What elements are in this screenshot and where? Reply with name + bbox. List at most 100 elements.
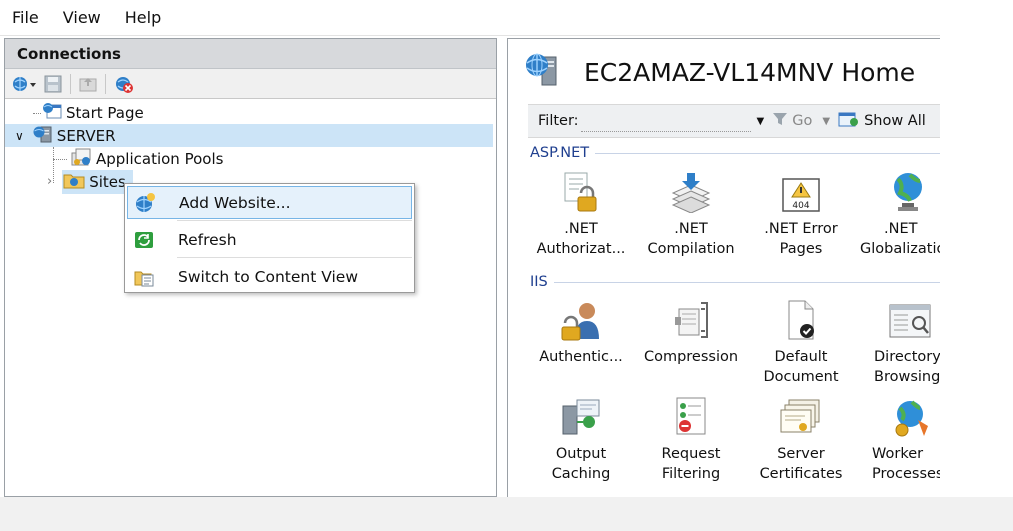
feature-label: Compression: [643, 349, 739, 365]
feature-label: Pages: [779, 241, 823, 257]
menu-separator: [177, 257, 412, 258]
feature-directory-browsing[interactable]: Directory Browsing: [856, 297, 940, 387]
sites-folder-icon: [62, 170, 86, 194]
feature-label: Server: [777, 446, 825, 462]
up-folder-icon[interactable]: [78, 73, 98, 95]
feature-label: Worker: [872, 446, 924, 462]
context-menu-refresh[interactable]: Refresh: [127, 223, 412, 256]
net-globalization-icon: [860, 169, 940, 213]
bottom-margin: [0, 497, 1013, 531]
feature-label: .NET: [674, 221, 708, 237]
feature-label: .NET Error: [764, 221, 838, 237]
feature-label: Filtering: [661, 466, 721, 482]
menu-separator: [177, 220, 412, 221]
feature-output-caching[interactable]: Output Caching: [526, 394, 636, 484]
go-dropdown-icon[interactable]: ▼: [822, 116, 830, 127]
show-all-icon: [838, 110, 860, 132]
iis-manager-window: File View Help Connections Start Page ∨ …: [0, 0, 940, 497]
feature-label: Globalization: [860, 241, 940, 257]
feature-request-filtering[interactable]: Request Filtering: [636, 394, 746, 484]
feature-compression[interactable]: Compression: [636, 297, 746, 367]
globe-add-icon: [128, 192, 162, 214]
start-page-icon: [41, 101, 63, 125]
menu-view[interactable]: View: [63, 8, 101, 27]
context-menu-add-website[interactable]: Add Website...: [127, 186, 412, 219]
feature-label: .NET: [564, 221, 598, 237]
feature-net-error-pages[interactable]: 404 .NET Error Pages: [746, 169, 856, 259]
group-title: ASP.NET: [530, 145, 590, 161]
context-menu-label: Refresh: [178, 230, 237, 249]
toolbar-separator: [105, 73, 106, 94]
right-margin: [940, 0, 1013, 531]
connections-tree: Start Page ∨ SERVER Application Pools ›: [5, 99, 496, 194]
feature-label: Certificates: [759, 466, 843, 482]
chevron-down-icon[interactable]: ∨: [15, 129, 24, 143]
feature-default-document[interactable]: Default Document: [746, 297, 856, 387]
feature-net-authorization[interactable]: .NET Authorizat...: [526, 169, 636, 259]
connections-header: Connections: [5, 39, 496, 69]
context-menu-label: Switch to Content View: [178, 267, 359, 286]
refresh-icon: [127, 230, 161, 250]
net-error-pages-icon: 404: [746, 169, 856, 213]
compression-icon: [636, 297, 746, 341]
feature-authentication[interactable]: Authentic...: [526, 297, 636, 367]
server-icon: [32, 124, 54, 148]
toolbar-separator: [70, 73, 71, 94]
feature-label: Output: [555, 446, 607, 462]
feature-label: Browsing: [874, 369, 940, 385]
page-title: EC2AMAZ-VL14MNV Home: [524, 51, 915, 93]
tree-item-application-pools[interactable]: Application Pools: [5, 147, 496, 170]
save-icon[interactable]: [43, 73, 63, 95]
group-header-iis: IIS: [530, 274, 940, 290]
group-title: IIS: [530, 274, 548, 290]
show-all-button[interactable]: Show All: [838, 110, 926, 132]
directory-browsing-icon: [874, 297, 940, 341]
tree-item-server[interactable]: ∨ SERVER: [5, 124, 493, 147]
page-title-text: EC2AMAZ-VL14MNV Home: [584, 57, 916, 87]
chevron-right-icon[interactable]: ›: [47, 174, 52, 189]
authentication-icon: [526, 297, 636, 341]
server-globe-icon: [524, 51, 562, 93]
output-caching-icon: [526, 394, 636, 438]
feature-label: Document: [763, 369, 839, 385]
filter-input[interactable]: [580, 110, 751, 132]
menu-bar: File View Help: [0, 0, 940, 36]
feature-label: Directory: [874, 349, 940, 365]
feature-label: .NET: [884, 221, 918, 237]
show-all-label: Show All: [864, 113, 926, 129]
feature-label: Processes: [872, 466, 940, 482]
default-document-icon: [746, 297, 856, 341]
context-menu: Add Website... Refresh Switch to Content…: [124, 183, 415, 293]
go-button[interactable]: Go ▼: [772, 112, 830, 130]
menu-help[interactable]: Help: [125, 8, 161, 27]
feature-net-compilation[interactable]: .NET Compilation: [636, 169, 746, 259]
application-pools-icon: [69, 147, 93, 171]
worker-processes-icon: [872, 394, 940, 438]
context-menu-label: Add Website...: [179, 193, 291, 212]
filter-bar: Filter: ▼ Go ▼ Show All: [528, 104, 940, 138]
feature-label: Authorizat...: [536, 241, 626, 257]
context-menu-switch-content-view[interactable]: Switch to Content View: [127, 260, 412, 293]
tree-label: Start Page: [66, 103, 144, 122]
feature-worker-processes[interactable]: Worker Processes: [856, 394, 940, 484]
feature-label: Caching: [551, 466, 611, 482]
feature-server-certificates[interactable]: Server Certificates: [746, 394, 856, 484]
filter-dropdown-icon[interactable]: ▼: [757, 116, 765, 127]
net-authorization-icon: [526, 169, 636, 213]
content-view-icon: [127, 266, 161, 288]
tree-item-start-page[interactable]: Start Page: [5, 101, 496, 124]
tree-label: Sites: [89, 172, 126, 191]
server-home-pane: EC2AMAZ-VL14MNV Home Filter: ▼ Go ▼ Show…: [507, 38, 940, 497]
feature-net-globalization[interactable]: .NET Globalization: [856, 169, 940, 259]
menu-file[interactable]: File: [12, 8, 39, 27]
connections-toolbar: [5, 69, 496, 99]
group-header-aspnet: ASP.NET: [530, 145, 940, 161]
feature-label: Compilation: [647, 241, 735, 257]
connect-globe-icon[interactable]: [11, 73, 39, 95]
net-compilation-icon: [636, 169, 746, 213]
server-certificates-icon: [746, 394, 856, 438]
feature-label: Authentic...: [539, 349, 623, 365]
feature-label: Request: [661, 446, 721, 462]
go-label: Go: [792, 113, 813, 129]
disconnect-icon[interactable]: [113, 73, 135, 95]
